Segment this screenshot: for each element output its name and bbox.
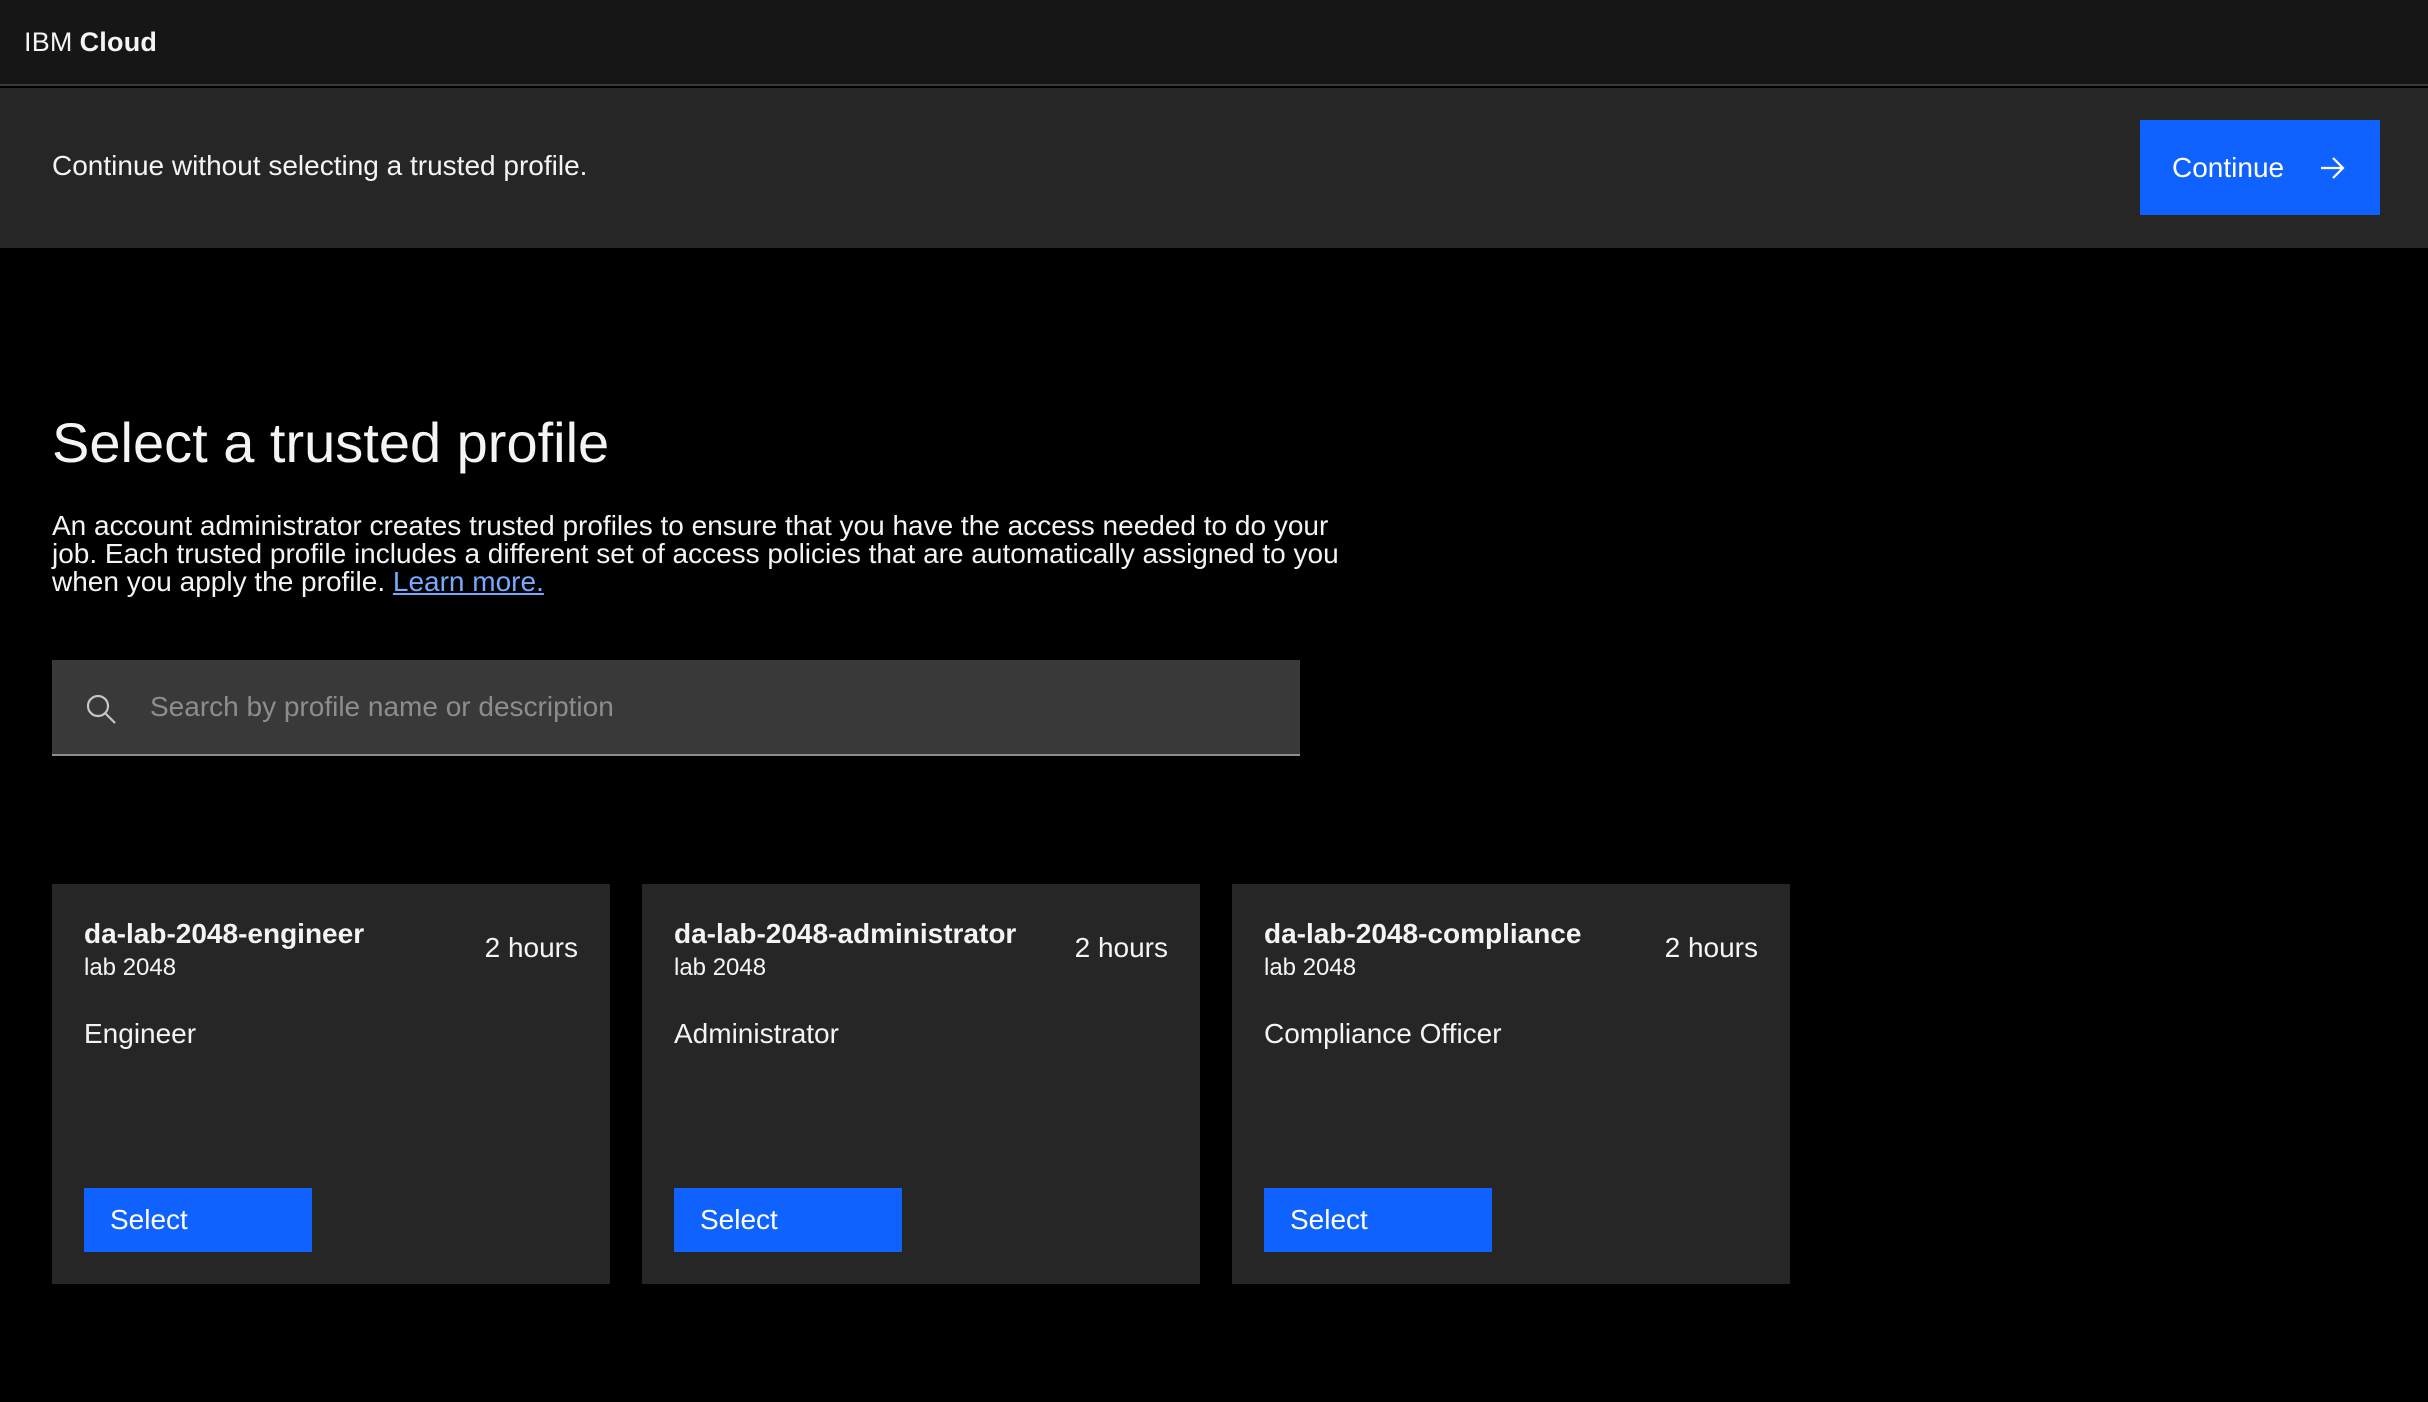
- brand-prefix: IBM: [24, 26, 73, 57]
- profile-subtitle: lab 2048: [674, 954, 767, 981]
- continue-button[interactable]: Continue: [2140, 120, 2380, 215]
- session-duration: 2 hours: [1664, 932, 1758, 963]
- select-button[interactable]: Select: [84, 1188, 312, 1252]
- page-description: An account administrator creates trusted…: [52, 512, 1352, 596]
- profile-card-engineer: da-lab-2048-engineer lab 2048 2 hours En…: [52, 884, 610, 1284]
- profile-name: da-lab-2048-compliance: [1264, 918, 1582, 949]
- arrow-right-icon: [2321, 157, 2345, 179]
- profile-card-compliance: da-lab-2048-compliance lab 2048 2 hours …: [1232, 884, 1790, 1284]
- session-duration: 2 hours: [1074, 932, 1168, 963]
- description-text: An account administrator creates trusted…: [52, 510, 1339, 597]
- page-title: Select a trusted profile: [52, 411, 610, 474]
- select-button[interactable]: Select: [1264, 1188, 1492, 1252]
- search-icon: [86, 694, 116, 724]
- profile-description: Engineer: [84, 1018, 197, 1049]
- ibm-cloud-logo[interactable]: IBM Cloud: [24, 27, 157, 58]
- profile-name: da-lab-2048-engineer: [84, 918, 365, 949]
- brand-name: Cloud: [79, 26, 158, 57]
- profile-name: da-lab-2048-administrator: [674, 918, 1017, 949]
- profile-description: Compliance Officer: [1264, 1018, 1502, 1049]
- top-header: IBM Cloud: [0, 0, 2428, 86]
- profile-subtitle: lab 2048: [1264, 954, 1357, 981]
- continue-button-label: Continue: [2172, 151, 2285, 183]
- profile-search: [52, 660, 1300, 756]
- skip-profile-banner: Continue without selecting a trusted pro…: [0, 88, 2428, 248]
- session-duration: 2 hours: [484, 932, 578, 963]
- profile-subtitle: lab 2048: [84, 954, 177, 981]
- learn-more-link[interactable]: Learn more.: [393, 566, 544, 597]
- profile-card-administrator: da-lab-2048-administrator lab 2048 2 hou…: [642, 884, 1200, 1284]
- profile-description: Administrator: [674, 1018, 839, 1049]
- banner-text: Continue without selecting a trusted pro…: [52, 150, 588, 181]
- select-button[interactable]: Select: [674, 1188, 902, 1252]
- search-input[interactable]: [148, 660, 1278, 754]
